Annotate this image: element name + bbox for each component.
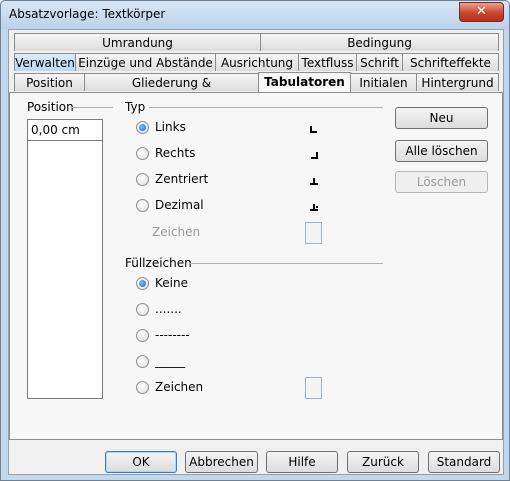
tab-position[interactable]: Position	[14, 73, 85, 91]
tab-ausrichtung[interactable]: Ausrichtung	[215, 53, 299, 71]
radio-zentriert-indicator[interactable]	[136, 172, 149, 186]
fill-zeichen-field[interactable]	[305, 377, 322, 399]
tab-left-icon	[310, 126, 317, 133]
close-button[interactable]: ✕	[459, 2, 504, 22]
typ-zeichen-label: Zeichen	[152, 225, 201, 239]
radio-fill-dots-label: .......	[155, 302, 182, 316]
radio-links-indicator[interactable]	[136, 120, 149, 134]
tab-verwalten[interactable]: Verwalten	[14, 53, 76, 71]
standard-button[interactable]: Standard	[428, 451, 500, 473]
radio-dezimal-indicator[interactable]	[136, 198, 149, 212]
tab-einzuege[interactable]: Einzüge und Abstände	[75, 53, 216, 71]
tab-tabulatoren[interactable]: Tabulatoren	[258, 72, 351, 93]
tab-initialen[interactable]: Initialen	[350, 73, 417, 91]
radio-fill-dashes-label: --------	[155, 328, 190, 342]
tab-bedingung[interactable]: Bedingung	[260, 33, 499, 51]
position-divider	[71, 107, 113, 108]
tab-center-icon	[310, 178, 318, 185]
tab-row-2: Verwalten Einzüge und Abstände Ausrichtu…	[9, 52, 503, 72]
radio-fill-dashes-indicator[interactable]	[136, 328, 149, 342]
delete-all-button[interactable]: Alle löschen	[395, 140, 488, 162]
dialog-window: Absatzvorlage: Textkörper ✕ Umrandung Be…	[0, 0, 510, 481]
radio-fill-zeichen-indicator[interactable]	[136, 380, 149, 394]
radio-dezimal[interactable]: Dezimal	[136, 198, 204, 212]
new-button[interactable]: Neu	[395, 107, 488, 129]
radio-fill-keine[interactable]: Keine	[136, 276, 188, 290]
ok-button[interactable]: OK	[105, 451, 177, 473]
tab-gliederung[interactable]: Gliederung & Nummerierung	[84, 73, 259, 108]
radio-zentriert[interactable]: Zentriert	[136, 172, 208, 186]
radio-zentriert-label: Zentriert	[155, 172, 209, 186]
radio-dezimal-label: Dezimal	[155, 198, 204, 212]
fill-label: Füllzeichen	[125, 256, 192, 270]
radio-rechts-indicator[interactable]	[136, 146, 149, 160]
radio-fill-zeichen-label: Zeichen	[155, 380, 204, 394]
radio-fill-keine-indicator[interactable]	[136, 276, 149, 290]
tab-decimal-icon	[310, 204, 318, 211]
radio-links-label: Links	[155, 120, 186, 134]
tab-row-1: Umrandung Bedingung	[9, 32, 503, 52]
position-input[interactable]: 0,00 cm	[28, 120, 102, 141]
tab-textfluss[interactable]: Textfluss	[298, 53, 357, 71]
title-bar: Absatzvorlage: Textkörper ✕	[1, 1, 509, 29]
radio-fill-underscore-indicator[interactable]	[136, 354, 149, 368]
typ-divider	[149, 107, 383, 108]
tab-hintergrund[interactable]: Hintergrund	[416, 73, 499, 91]
tab-umrandung[interactable]: Umrandung	[14, 33, 261, 51]
radio-fill-keine-label: Keine	[155, 276, 188, 290]
delete-button[interactable]: Löschen	[395, 171, 488, 193]
radio-fill-underscore[interactable]: _____	[136, 354, 185, 368]
radio-fill-underscore-label: _____	[155, 354, 185, 368]
reset-button[interactable]: Zurück	[347, 451, 419, 473]
radio-fill-dashes[interactable]: --------	[136, 328, 190, 342]
window-title: Absatzvorlage: Textkörper	[9, 7, 166, 21]
typ-label: Typ	[125, 100, 146, 114]
radio-fill-dots[interactable]: .......	[136, 302, 182, 316]
position-label: Position	[27, 100, 74, 114]
tab-schrift[interactable]: Schrift	[356, 53, 403, 71]
radio-links[interactable]: Links	[136, 120, 186, 134]
radio-fill-zeichen[interactable]: Zeichen	[136, 380, 203, 394]
position-list[interactable]: 0,00 cm	[27, 119, 103, 399]
radio-rechts[interactable]: Rechts	[136, 146, 195, 160]
radio-rechts-label: Rechts	[155, 146, 196, 160]
fill-divider	[189, 263, 383, 264]
cancel-button[interactable]: Abbrechen	[185, 451, 258, 473]
help-button[interactable]: Hilfe	[266, 451, 338, 473]
tab-row-3: Position Gliederung & Nummerierung Tabul…	[9, 72, 503, 108]
radio-fill-dots-indicator[interactable]	[136, 302, 149, 316]
tab-schrifteffekte[interactable]: Schrifteffekte	[402, 53, 499, 71]
tab-right-icon	[311, 152, 318, 159]
typ-zeichen-field[interactable]	[305, 222, 322, 244]
